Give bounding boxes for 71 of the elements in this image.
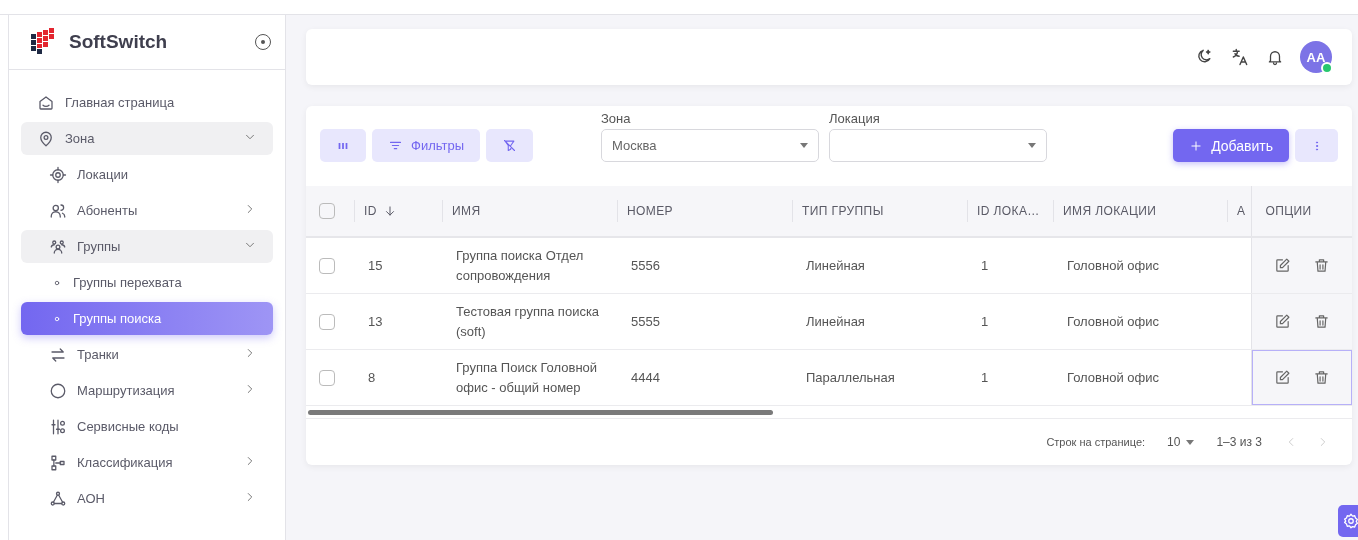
user-avatar[interactable]: AA [1300,41,1332,73]
sidebar-item[interactable]: Локации [21,158,273,191]
table-cell: Головной офис [1067,369,1159,385]
field-label: Локация [829,111,881,126]
table-cell: Головной офис [1067,257,1159,273]
sidebar-item[interactable]: Группы поиска [21,302,273,335]
table-cell: 1 [981,313,989,329]
row-checkbox[interactable] [319,369,335,386]
hierarchy-icon [49,453,67,472]
edit-icon [1273,369,1291,386]
table-cell: Линейная [806,257,865,273]
sidebar-item[interactable]: Зона [21,122,273,155]
table-cell: Параллельная [806,369,895,385]
edit-icon [1273,313,1291,330]
arrows-icon [49,345,67,364]
circle-icon [49,381,67,400]
table-cell: Группа Поиск Головной офис - общий номер [456,359,598,395]
sidebar-item[interactable]: АОН [21,482,273,515]
triangle-nodes-icon [49,489,67,508]
table-cell: 8 [368,369,376,385]
settings-icon [1342,512,1358,530]
trash-icon [1312,313,1330,330]
table-cell: 4444 [631,369,660,385]
sidebar-item[interactable]: Группы [21,230,273,263]
rows-per-page-select[interactable]: 10 [1167,435,1195,449]
delete-button[interactable] [1312,257,1330,274]
page-range: 1–3 из 3 [1216,435,1262,449]
delete-button[interactable] [1312,313,1330,330]
target-icon [49,165,67,184]
group-icon [49,237,67,256]
filters-button[interactable]: Фильтры [372,129,480,162]
sidebar-item[interactable]: Маршрутизация [21,374,273,407]
edit-button[interactable] [1273,369,1291,386]
sidebar-item[interactable]: Сервисные коды [21,410,273,443]
table-cell: 1 [981,369,989,385]
column-header: ОПЦИИ [1265,204,1312,218]
rows-per-page-label: Строк на странице: [1046,436,1146,448]
row-checkbox[interactable] [319,313,335,330]
sidebar-item[interactable]: Классификация [21,446,273,479]
edit-button[interactable] [1273,313,1291,330]
horizontal-scrollbar[interactable] [308,409,773,415]
table-cell: 1 [981,257,989,273]
location-pin-icon [37,129,55,148]
sidebar-item[interactable]: Главная страница [21,86,273,119]
table-cell: 15 [368,257,383,273]
table-cell: Линейная [806,313,865,329]
sidebar-item[interactable]: Абоненты [21,194,273,227]
plus-icon [1189,138,1204,153]
sidebar-item[interactable]: Группы перехвата [21,266,273,299]
table-cell: Головной офис [1067,313,1159,329]
brand-name: SoftSwitch [69,31,169,53]
edit-icon [1273,257,1291,274]
users-icon [49,201,67,220]
table-cell: 13 [368,313,383,329]
table-cell: 5555 [631,313,660,329]
delete-button[interactable] [1312,369,1330,386]
table-cell: Тестовая группа поиска (soft) [456,303,600,339]
table-cell: 5556 [631,257,660,273]
field-label: Зона [601,111,632,126]
filter-off-icon [502,138,517,153]
sidebar-item[interactable]: Транки [21,338,273,371]
add-button[interactable]: Добавить [1173,129,1289,162]
trash-icon [1312,369,1330,386]
select-all-checkbox[interactable] [319,203,335,219]
row-checkbox[interactable] [319,257,335,274]
trash-icon [1312,257,1330,274]
edit-button[interactable] [1273,257,1291,274]
sliders-icon [49,417,67,436]
clear-filters-button[interactable] [486,129,533,162]
zone-select[interactable]: Москва [601,129,819,162]
table-cell: Группа поиска Отдел сопровождения [456,247,584,283]
